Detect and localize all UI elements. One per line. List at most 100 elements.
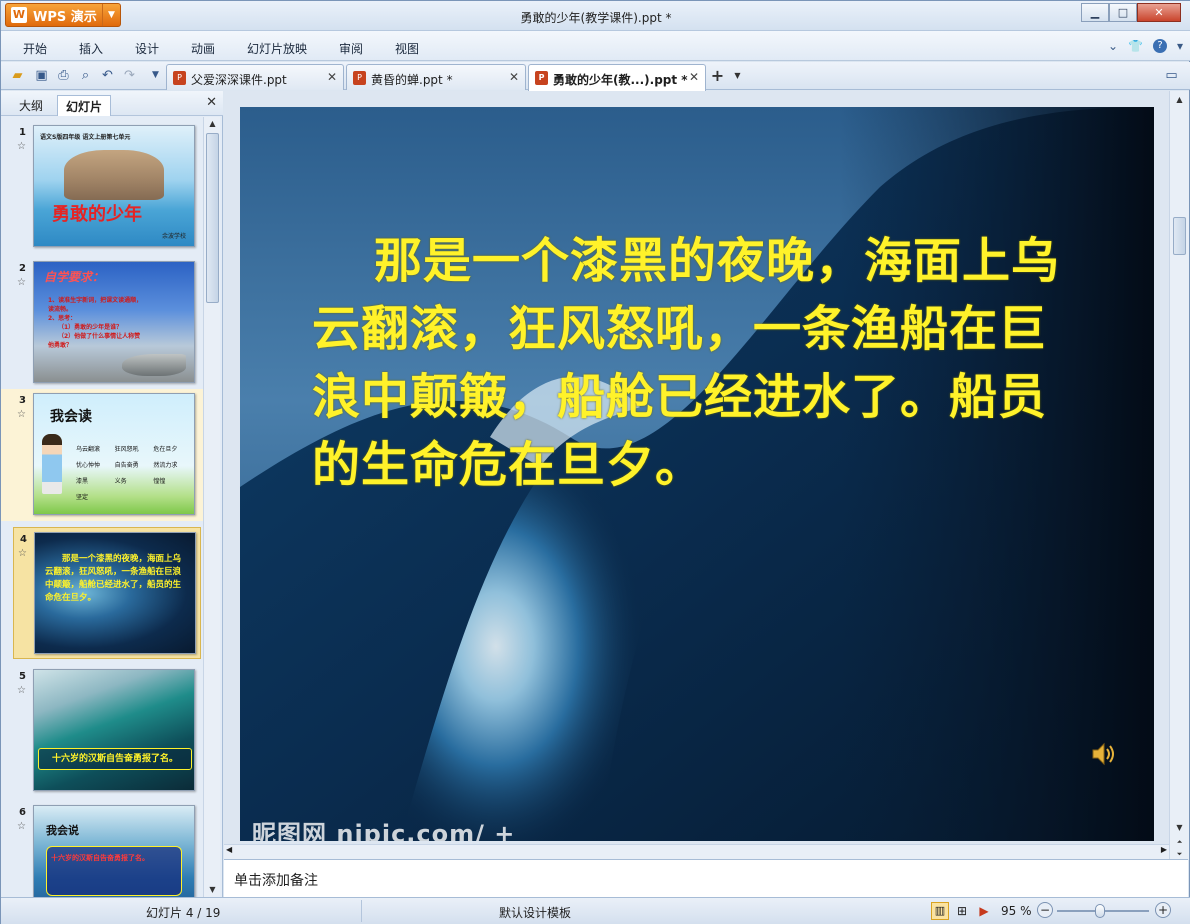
wps-presentation-window: W WPS 演示 ▼ 勇敢的少年(教学课件).ppt * ▁ □ ✕ 开始 插入… bbox=[0, 0, 1190, 924]
thumb-caption: 语文S版四年级 语文上册第七单元 bbox=[40, 134, 131, 141]
scroll-down-icon[interactable]: ▼ bbox=[1173, 821, 1186, 835]
tab-outline[interactable]: 大纲 bbox=[11, 95, 51, 116]
thumb-text: 那是一个漆黑的夜晚，海面上乌云翻滚，狂风怒吼，一条渔船在巨浪中颠簸，船舱已经进水… bbox=[45, 554, 182, 603]
scroll-left-icon[interactable]: ◀ bbox=[226, 845, 232, 854]
close-panel-icon[interactable]: ✕ bbox=[206, 95, 217, 110]
slide-thumbnail-1[interactable]: 1 ☆ 语文S版四年级 语文上册第七单元 勇敢的少年 余波学校 bbox=[1, 121, 203, 253]
new-tab-icon[interactable]: + bbox=[709, 67, 726, 84]
slide-number: 3 bbox=[19, 395, 26, 406]
close-tab-icon[interactable]: ✕ bbox=[327, 70, 337, 84]
status-bar: 幻灯片 4 / 19 默认设计模板 ▥ ⊞ ▶ 95 % − + bbox=[1, 897, 1190, 924]
slide-editor: 那是一个漆黑的夜晚，海面上乌云翻滚，狂风怒吼，一条渔船在巨浪中颠簸，船舱已经进水… bbox=[224, 91, 1169, 845]
skin-shirt-icon[interactable]: 👕 bbox=[1128, 39, 1143, 53]
menu-design[interactable]: 设计 bbox=[135, 40, 159, 57]
animation-star-icon: ☆ bbox=[17, 821, 26, 832]
undo-icon[interactable]: ↶ bbox=[99, 67, 116, 84]
menu-insert[interactable]: 插入 bbox=[79, 40, 103, 57]
help-icon[interactable]: ? bbox=[1152, 39, 1167, 53]
thumb-title: 我会读 bbox=[50, 409, 92, 425]
notes-placeholder: 单击添加备注 bbox=[234, 873, 318, 889]
editor-vertical-scrollbar[interactable]: ▲ ▼ ⏶ ⏷ bbox=[1169, 91, 1189, 859]
menu-slideshow[interactable]: 幻灯片放映 bbox=[247, 40, 307, 57]
scroll-up-icon[interactable]: ▲ bbox=[206, 117, 219, 131]
zoom-in-icon[interactable]: + bbox=[1155, 902, 1171, 918]
tab-slides[interactable]: 幻灯片 bbox=[57, 95, 112, 116]
open-folder-icon[interactable]: ▰ bbox=[9, 67, 26, 84]
menu-right-icons: ⌄ 👕 ? ▾ bbox=[1108, 39, 1183, 53]
slide-counter: 幻灯片 4 / 19 bbox=[146, 906, 221, 920]
slide-number: 1 bbox=[19, 127, 26, 138]
tab-document-3[interactable]: P 勇敢的少年(教...).ppt * ✕ bbox=[528, 64, 706, 91]
slide-thumbnail-list: 1 ☆ 语文S版四年级 语文上册第七单元 勇敢的少年 余波学校 2 ☆ 自学要求… bbox=[1, 117, 203, 897]
thumbnail-image: 我会读 乌云翻滚 狂风怒吼 危在旦夕 忧心忡忡 自告奋勇 然流力求 漆黑 义务 … bbox=[33, 393, 195, 515]
thumb-line: 1、读准生字新词，把课文读通顺， bbox=[48, 297, 143, 304]
scroll-right-icon[interactable]: ▶ bbox=[1161, 845, 1167, 854]
animation-star-icon: ☆ bbox=[17, 409, 26, 420]
thumb-author: 余波学校 bbox=[161, 233, 186, 240]
thumb-title: 自学要求： bbox=[44, 270, 105, 284]
slideshow-icon[interactable]: ▶ bbox=[975, 902, 993, 920]
zoom-level: 95 % bbox=[1001, 904, 1032, 918]
slide-thumbnail-4[interactable]: 4 ☆ 那是一个漆黑的夜晚，海面上乌云翻滚，狂风怒吼，一条渔船在巨浪中颠簸，船舱… bbox=[13, 527, 201, 659]
normal-view-icon[interactable]: ▥ bbox=[931, 902, 949, 920]
close-tab-icon[interactable]: ✕ bbox=[689, 70, 699, 84]
slide-thumbnail-2[interactable]: 2 ☆ 自学要求： 1、读准生字新词，把课文读通顺， 读流畅。 2、思考： （1… bbox=[1, 257, 203, 389]
scroll-up-icon[interactable]: ▲ bbox=[1173, 93, 1186, 107]
chevron-down-icon[interactable]: ▾ bbox=[1177, 39, 1183, 53]
menu-animation[interactable]: 动画 bbox=[191, 40, 215, 57]
template-name: 默认设计模板 bbox=[499, 906, 572, 920]
close-window-button[interactable]: ✕ bbox=[1137, 3, 1181, 22]
animation-star-icon: ☆ bbox=[17, 277, 26, 288]
menu-home[interactable]: 开始 bbox=[23, 40, 47, 57]
word-grid: 乌云翻滚 狂风怒吼 危在旦夕 忧心忡忡 自告奋勇 然流力求 漆黑 义务 惶惶 坚… bbox=[76, 442, 192, 506]
scrollbar-thumb[interactable] bbox=[1173, 217, 1186, 255]
restore-pane-icon[interactable]: ▭ bbox=[1163, 67, 1180, 84]
tab-document-2[interactable]: P 黄昏的蝉.ppt * ✕ bbox=[346, 64, 526, 90]
slide-number: 2 bbox=[19, 263, 26, 274]
slide-sorter-icon[interactable]: ⊞ bbox=[953, 902, 971, 920]
print-icon[interactable]: ⎙ bbox=[55, 67, 72, 84]
animation-star-icon: ☆ bbox=[17, 685, 26, 696]
close-tab-icon[interactable]: ✕ bbox=[509, 70, 519, 84]
scrollbar-thumb[interactable] bbox=[206, 133, 219, 303]
quick-access-toolbar: ▰ ▣ ⎙ ⌕ ↶ ↷ ▼ P 父爱深深课件.ppt ✕ P 黄昏的蝉.ppt … bbox=[1, 62, 1190, 91]
zoom-slider-thumb[interactable] bbox=[1095, 904, 1105, 918]
thumb-title: 勇敢的少年 bbox=[52, 204, 142, 225]
word-item: 然流力求 bbox=[153, 462, 178, 469]
slide-number: 4 bbox=[20, 534, 27, 545]
word-item: 狂风怒吼 bbox=[114, 446, 139, 453]
menu-review[interactable]: 审阅 bbox=[339, 40, 363, 57]
print-preview-icon[interactable]: ⌕ bbox=[77, 67, 94, 84]
chevron-down-icon[interactable]: ▼ bbox=[729, 67, 746, 84]
speaker-icon[interactable] bbox=[1090, 741, 1116, 767]
minimize-button[interactable]: ▁ bbox=[1081, 3, 1109, 22]
slide-thumbnail-3[interactable]: 3 ☆ 我会读 乌云翻滚 狂风怒吼 危在旦夕 忧心忡忡 自告奋勇 然流力求 漆黑… bbox=[1, 389, 203, 521]
maximize-button[interactable]: □ bbox=[1109, 3, 1137, 22]
customize-toolbar-icon[interactable]: ▼ bbox=[147, 67, 164, 84]
slide-panel: 大纲 幻灯片 ✕ 1 ☆ 语文S版四年级 语文上册第七单元 勇敢的少年 余波学校… bbox=[1, 91, 223, 897]
chevron-down-icon[interactable]: ⌄ bbox=[1108, 39, 1118, 53]
notes-pane[interactable]: 单击添加备注 bbox=[224, 859, 1188, 897]
menu-view[interactable]: 视图 bbox=[395, 40, 419, 57]
save-icon[interactable]: ▣ bbox=[33, 67, 50, 84]
thumbnail-image: 语文S版四年级 语文上册第七单元 勇敢的少年 余波学校 bbox=[33, 125, 195, 247]
thumb-box: 十六岁的汉斯自告奋勇报了名。 bbox=[46, 846, 182, 896]
animation-star-icon: ☆ bbox=[18, 548, 27, 559]
editor-horizontal-scrollbar[interactable]: ◀ ▶ bbox=[224, 844, 1169, 859]
thumb-line: （1）勇敢的少年是谁？ bbox=[58, 324, 123, 331]
slide-text-content: 那是一个漆黑的夜晚，海面上乌云翻滚，狂风怒吼，一条渔船在巨浪中颠簸，船舱已经进水… bbox=[312, 233, 1061, 493]
scroll-down-icon[interactable]: ▼ bbox=[206, 883, 219, 897]
redo-icon[interactable]: ↷ bbox=[121, 67, 138, 84]
slide-thumbnail-6[interactable]: 6 ☆ 我会说 十六岁的汉斯自告奋勇报了名。 bbox=[1, 801, 203, 897]
word-item: 义务 bbox=[114, 478, 127, 485]
tab-document-1[interactable]: P 父爱深深课件.ppt ✕ bbox=[166, 64, 344, 90]
slide-thumbnail-5[interactable]: 5 ☆ 十六岁的汉斯自告奋勇报了名。 bbox=[1, 665, 203, 797]
word-item: 危在旦夕 bbox=[153, 446, 178, 453]
thumbnail-scrollbar[interactable]: ▲ ▼ bbox=[203, 117, 220, 897]
thumb-title: 我会说 bbox=[46, 824, 79, 837]
current-slide[interactable]: 那是一个漆黑的夜晚，海面上乌云翻滚，狂风怒吼，一条渔船在巨浪中颠簸，船舱已经进水… bbox=[240, 107, 1154, 841]
ppt-file-icon: P bbox=[535, 71, 548, 85]
zoom-out-icon[interactable]: − bbox=[1037, 902, 1053, 918]
slide-body-text[interactable]: 那是一个漆黑的夜晚，海面上乌云翻滚，狂风怒吼，一条渔船在巨浪中颠簸，船舱已经进水… bbox=[312, 227, 1072, 499]
tab-label: 勇敢的少年(教...).ppt * bbox=[553, 73, 688, 87]
